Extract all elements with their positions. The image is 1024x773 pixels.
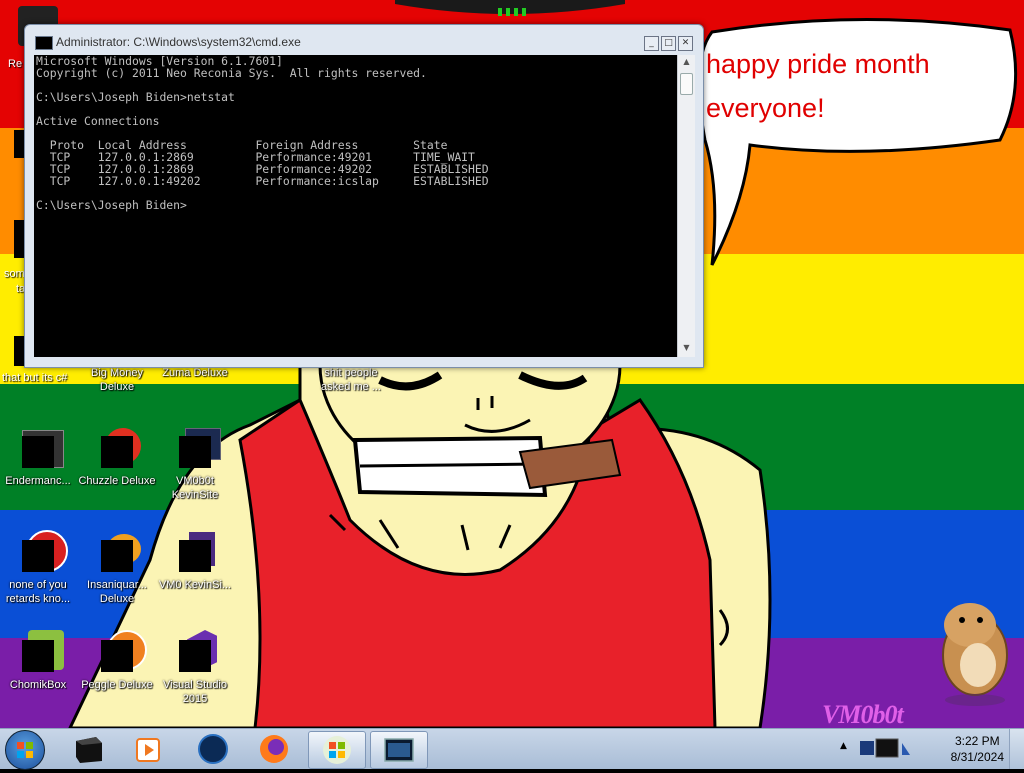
cmd-window[interactable]: Administrator: C:\Windows\system32\cmd.e… bbox=[24, 24, 704, 368]
insaniquarium-icon bbox=[93, 530, 141, 578]
windows-logo-icon bbox=[17, 742, 33, 758]
cmd-icon bbox=[384, 738, 414, 762]
clock[interactable]: 3:22 PM 8/31/2024 bbox=[951, 733, 1004, 765]
clock-time: 3:22 PM bbox=[954, 734, 1000, 748]
icon-label: shit people asked me ... bbox=[321, 367, 381, 393]
desktop-icon-shit-people[interactable]: shit people asked me ... bbox=[311, 366, 391, 394]
chuzzle-icon bbox=[93, 426, 141, 474]
desktop-icon-vm0-kevinsi[interactable]: VM0 KevinSi... bbox=[155, 530, 235, 592]
icon-label: Zuma Deluxe bbox=[162, 367, 228, 379]
cmd-titlebar[interactable]: Administrator: C:\Windows\system32\cmd.e… bbox=[25, 25, 703, 55]
cmd-icon bbox=[35, 36, 53, 50]
partial-label: som bbox=[4, 268, 25, 280]
chomikbox-icon bbox=[14, 630, 64, 678]
opera-icon bbox=[14, 530, 68, 578]
black-cube-icon bbox=[76, 737, 102, 763]
taskbar-item-firefox[interactable] bbox=[246, 731, 302, 767]
speech-bubble-line1: happy pride month bbox=[706, 49, 930, 79]
visual-studio-icon bbox=[171, 630, 219, 678]
desktop-icon-visual-studio[interactable]: Visual Studio 2015 bbox=[155, 630, 235, 706]
icon-label: VM0b0t KevinSite bbox=[171, 475, 219, 501]
windows-logo-icon bbox=[323, 736, 351, 764]
globe-icon bbox=[198, 734, 228, 764]
desktop-icon-none-of-you[interactable]: none of you retards kno... bbox=[0, 530, 78, 606]
desktop: happy pride month everyone! VM0b0t Re so… bbox=[0, 0, 1024, 728]
desktop-icon-vm0b0t-kevinsite[interactable]: VM0b0t KevinSite bbox=[155, 426, 235, 502]
window-title: Administrator: C:\Windows\system32\cmd.e… bbox=[56, 35, 301, 49]
desktop-icon-enderman[interactable]: Endermanc... bbox=[0, 426, 78, 488]
icon-label: VM0 KevinSi... bbox=[158, 579, 232, 591]
maximize-button[interactable]: □ bbox=[661, 36, 676, 51]
desktop-icon-big-money[interactable]: Big Money Deluxe bbox=[77, 366, 157, 394]
start-button[interactable] bbox=[5, 730, 45, 770]
console-output[interactable]: Microsoft Windows [Version 6.1.7601] Cop… bbox=[34, 55, 677, 357]
icon-label: Chuzzle Deluxe bbox=[78, 475, 156, 487]
icon-label: Big Money Deluxe bbox=[91, 367, 143, 393]
desktop-icon-chuzzle[interactable]: Chuzzle Deluxe bbox=[77, 426, 157, 488]
icon-label: none of you retards kno... bbox=[5, 579, 71, 605]
vm0b0t-kevinsite-icon bbox=[171, 426, 221, 474]
peggle-icon bbox=[93, 630, 147, 678]
vm0-kevinsi-icon bbox=[171, 530, 219, 578]
desktop-icon-insaniquarium[interactable]: Insaniquar... Deluxe bbox=[77, 530, 157, 606]
taskbar-item-app[interactable] bbox=[60, 731, 116, 767]
vm0b0t-watermark: VM0b0t bbox=[822, 700, 904, 728]
taskbar-item-globe[interactable] bbox=[185, 731, 241, 767]
close-button[interactable]: ✕ bbox=[678, 36, 693, 51]
icon-label: Visual Studio 2015 bbox=[162, 679, 227, 705]
system-tray: ▲ 3:22 PM 8/31/2024 bbox=[834, 729, 1024, 769]
icon-label: Endermanc... bbox=[5, 475, 71, 487]
tray-icons[interactable] bbox=[858, 735, 918, 763]
scrollbar-thumb[interactable] bbox=[680, 73, 693, 95]
desktop-icon-chomikbox[interactable]: ChomikBox bbox=[0, 630, 78, 692]
enderman-icon bbox=[14, 426, 64, 474]
taskbar-item-cmd[interactable] bbox=[370, 731, 428, 769]
taskbar-item-windows[interactable] bbox=[308, 731, 366, 769]
hamster-image bbox=[942, 603, 1008, 706]
taskbar: ▲ 3:22 PM 8/31/2024 bbox=[0, 728, 1024, 770]
icon-label: ChomikBox bbox=[9, 679, 67, 691]
desktop-icon-peggle[interactable]: Peggle Deluxe bbox=[77, 630, 157, 692]
desktop-icon-zuma[interactable]: Zuma Deluxe bbox=[155, 366, 235, 380]
firefox-icon bbox=[260, 735, 288, 763]
partial-label-recycle-bin: Re bbox=[8, 58, 23, 70]
taskbar-item-media[interactable] bbox=[120, 731, 176, 767]
speech-bubble-text: happy pride month everyone! bbox=[706, 42, 930, 130]
scroll-up-icon[interactable]: ▲ bbox=[678, 57, 695, 66]
media-player-icon bbox=[136, 738, 160, 762]
clock-date: 8/31/2024 bbox=[950, 750, 1004, 764]
speech-bubble-line2: everyone! bbox=[706, 93, 825, 123]
icon-label: Peggle Deluxe bbox=[81, 679, 153, 691]
partial-label-c-sharp: that but its c# bbox=[2, 372, 68, 384]
show-desktop-button[interactable] bbox=[1009, 729, 1024, 769]
minimize-button[interactable]: _ bbox=[644, 36, 659, 51]
vertical-scrollbar[interactable]: ▲ ▼ bbox=[677, 55, 695, 357]
show-hidden-icons-icon[interactable]: ▲ bbox=[840, 741, 847, 751]
scroll-down-icon[interactable]: ▼ bbox=[678, 343, 695, 352]
icon-label: Insaniquar... Deluxe bbox=[87, 579, 147, 605]
console-text: Microsoft Windows [Version 6.1.7601] Cop… bbox=[36, 54, 489, 212]
